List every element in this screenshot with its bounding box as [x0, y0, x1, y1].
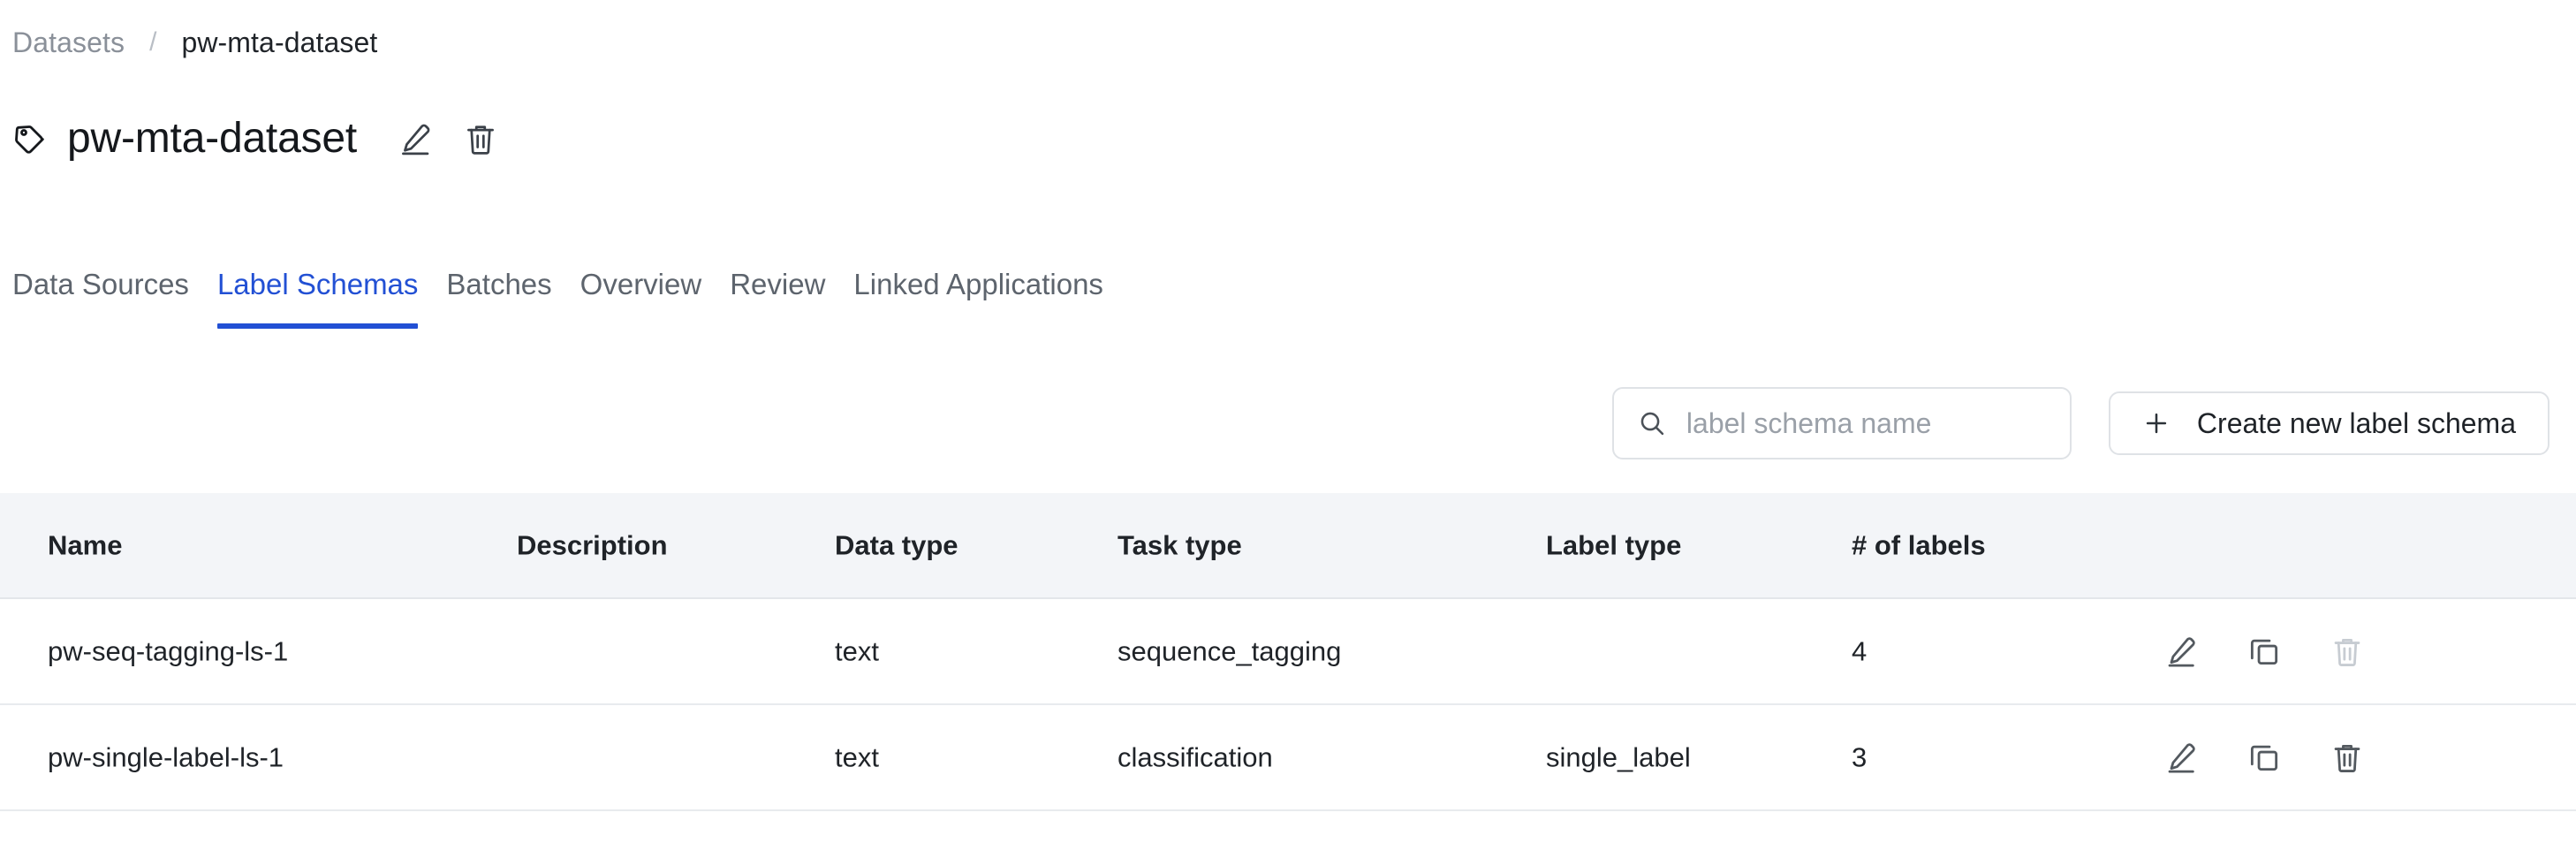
cell-num-labels: 3	[1852, 741, 1868, 773]
delete-dataset-button[interactable]	[461, 119, 500, 158]
tab-bar: Data Sources Label Schemas Batches Overv…	[0, 270, 1103, 329]
column-header-description[interactable]: Description	[517, 532, 668, 559]
row-actions	[2163, 739, 2366, 776]
cell-name: pw-seq-tagging-ls-1	[48, 635, 289, 667]
table-header-row: Name Description Data type Task type Lab…	[0, 493, 2576, 599]
table-row[interactable]: pw-seq-tagging-ls-1 text sequence_taggin…	[0, 599, 2576, 705]
label-schemas-table: Name Description Data type Task type Lab…	[0, 493, 2576, 811]
delete-row-button[interactable]	[2329, 633, 2366, 670]
column-header-num-labels[interactable]: # of labels	[1852, 532, 1986, 559]
cell-task-type: sequence_tagging	[1118, 635, 1342, 667]
create-button-label: Create new label schema	[2196, 407, 2516, 439]
duplicate-row-button[interactable]	[2246, 633, 2283, 670]
table-row[interactable]: pw-single-label-ls-1 text classification…	[0, 705, 2576, 811]
column-header-label-type[interactable]: Label type	[1546, 532, 1681, 559]
edit-dataset-button[interactable]	[396, 119, 435, 158]
tab-label-schemas[interactable]: Label Schemas	[216, 270, 419, 329]
search-icon	[1637, 408, 1667, 438]
cell-task-type: classification	[1118, 741, 1273, 773]
edit-row-button[interactable]	[2163, 739, 2200, 776]
table-toolbar: Create new label schema	[1611, 387, 2549, 459]
cell-data-type: text	[835, 741, 879, 773]
tab-review[interactable]: Review	[730, 270, 825, 329]
cell-name: pw-single-label-ls-1	[48, 741, 284, 773]
row-actions	[2163, 633, 2366, 670]
cell-num-labels: 4	[1852, 635, 1868, 667]
page-title: pw-mta-dataset	[67, 115, 357, 162]
search-box[interactable]	[1611, 387, 2072, 459]
cell-data-type: text	[835, 635, 879, 667]
tab-overview[interactable]: Overview	[580, 270, 702, 329]
page-title-row: pw-mta-dataset	[0, 108, 500, 170]
tab-linked-applications[interactable]: Linked Applications	[853, 270, 1103, 329]
cell-label-type: single_label	[1546, 741, 1691, 773]
tab-data-sources[interactable]: Data Sources	[12, 270, 189, 329]
breadcrumb-separator: /	[149, 27, 157, 57]
delete-row-button[interactable]	[2329, 739, 2366, 776]
tab-batches[interactable]: Batches	[446, 270, 551, 329]
plus-icon	[2142, 409, 2171, 437]
create-new-label-schema-button[interactable]: Create new label schema	[2108, 391, 2549, 455]
breadcrumb-datasets-link[interactable]: Datasets	[12, 28, 125, 57]
edit-row-button[interactable]	[2163, 633, 2200, 670]
duplicate-row-button[interactable]	[2246, 739, 2283, 776]
column-header-task-type[interactable]: Task type	[1118, 532, 1242, 559]
search-input[interactable]	[1686, 406, 2047, 440]
column-header-name[interactable]: Name	[48, 532, 122, 559]
column-header-data-type[interactable]: Data type	[835, 532, 958, 559]
breadcrumb-current: pw-mta-dataset	[181, 27, 378, 58]
tag-icon	[12, 121, 48, 156]
breadcrumb: Datasets / pw-mta-dataset	[0, 25, 377, 60]
